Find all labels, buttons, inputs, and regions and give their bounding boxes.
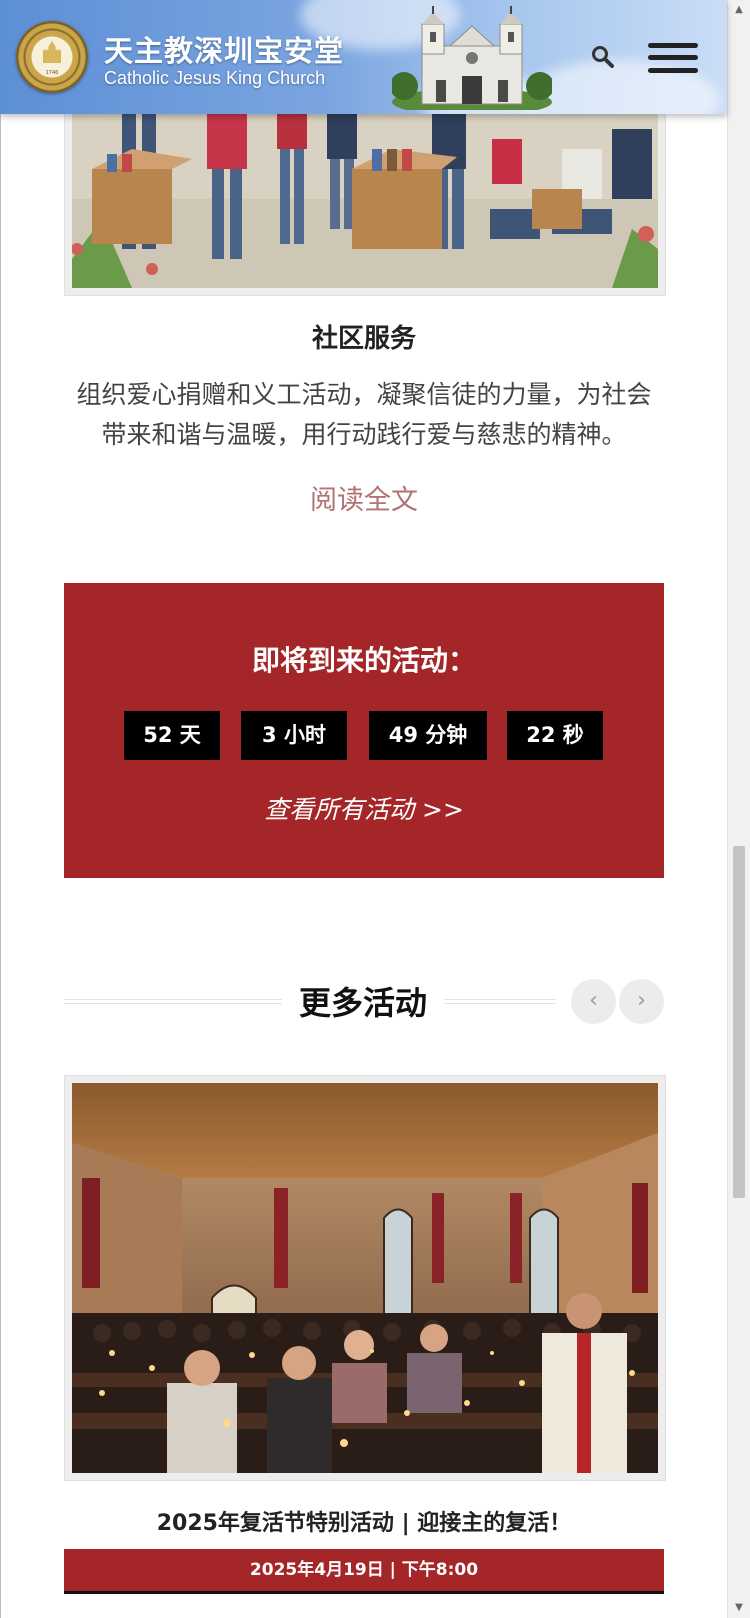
site-header: 1746 天主教深圳宝安堂 Catholic Jesus King Church [0, 0, 727, 114]
read-more-link[interactable]: 阅读全文 [64, 478, 664, 517]
church-building-image [392, 6, 552, 110]
description-line: 带来和谐与温暖，用行动践行爱与慈悲的精神。 [101, 420, 627, 449]
countdown-days: 52 天 [124, 711, 220, 760]
page-scrollbar[interactable]: ▲ ▼ [727, 0, 750, 1618]
scroll-up-arrow-icon[interactable]: ▲ [728, 0, 750, 20]
scroll-down-arrow-icon[interactable]: ▼ [728, 1598, 750, 1618]
church-logo[interactable]: 1746 [16, 21, 88, 93]
search-icon [592, 46, 614, 68]
view-all-events-link[interactable]: 查看所有活动 >> [64, 790, 664, 826]
section-divider [64, 1003, 282, 1004]
countdown-hours: 3 小时 [241, 711, 347, 760]
description-line: 组织爱心捐赠和义工活动，凝聚信徒的力量，为社会 [76, 380, 652, 409]
volunteers-illustration [72, 109, 658, 288]
menu-bar [648, 55, 698, 60]
menu-bar [648, 68, 698, 73]
section-divider [444, 1003, 556, 1004]
brand-name-english[interactable]: Catholic Jesus King Church [104, 68, 325, 89]
community-service-title: 社区服务 [311, 324, 416, 354]
community-service-image[interactable] [64, 108, 666, 296]
chevron-right-icon: › [637, 988, 646, 1013]
church-vigil-photo [72, 1083, 658, 1473]
event-date-bar: 2025年4月19日 | 下午8:00 [64, 1549, 664, 1594]
hamburger-menu-icon[interactable] [648, 41, 698, 75]
logo-church-icon [43, 41, 61, 63]
scrollbar-thumb[interactable] [733, 846, 745, 1198]
chevron-left-icon: ‹ [589, 988, 598, 1013]
brand-name-chinese[interactable]: 天主教深圳宝安堂 [104, 28, 344, 70]
carousel-prev-button[interactable]: ‹ [571, 979, 616, 1024]
more-events-heading: 更多活动 [298, 984, 427, 1022]
carousel-next-button[interactable]: › [619, 979, 664, 1024]
event-title[interactable]: 2025年复活节特别活动 | 迎接主的复活！ [64, 1505, 664, 1537]
window-border [0, 0, 1, 1618]
section-divider [64, 999, 282, 1000]
countdown-seconds: 22 秒 [507, 711, 603, 760]
easter-event-image[interactable] [64, 1075, 666, 1481]
countdown-title: 即将到来的活动： [251, 644, 476, 677]
upcoming-events-countdown: 即将到来的活动： 52 天 3 小时 49 分钟 22 秒 查看所有活动 >> [64, 583, 664, 878]
section-divider [444, 999, 556, 1000]
menu-bar [648, 43, 698, 48]
countdown-minutes: 49 分钟 [369, 711, 487, 760]
search-button[interactable] [590, 44, 616, 70]
community-service-description: 组织爱心捐赠和义工活动，凝聚信徒的力量，为社会 带来和谐与温暖，用行动践行爱与慈… [68, 375, 660, 455]
logo-year: 1746 [45, 70, 59, 76]
